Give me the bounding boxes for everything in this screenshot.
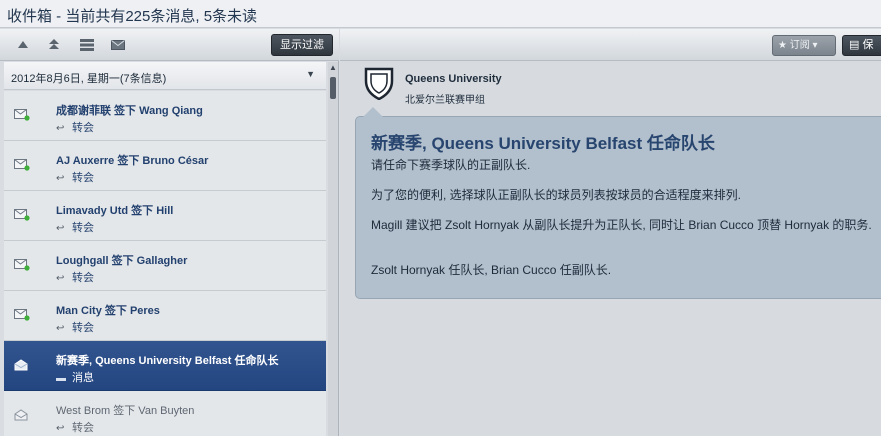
unread-envelope-icon xyxy=(14,209,30,221)
sender-league[interactable]: 北爱尔兰联赛甲组 xyxy=(405,91,485,106)
message-row[interactable]: West Brom 签下 Van Buyten ↩ 转会 xyxy=(4,391,326,436)
speech-bubble-icon: ▬ xyxy=(56,373,66,384)
title-bar: 收件箱 - 当前共有225条消息, 5条未读 xyxy=(0,0,881,28)
inbox-toolbar: 显示过滤 xyxy=(0,29,339,61)
message-title: 新赛季, Queens University Belfast 任命队长 xyxy=(56,355,279,367)
message-row[interactable]: Loughgall 签下 Gallagher ↩ 转会 xyxy=(4,241,326,291)
star-icon: ★ xyxy=(778,40,787,51)
message-title: AJ Auxerre 签下 Bruno César xyxy=(56,155,209,167)
transfer-icon: ↩ xyxy=(56,223,65,234)
inbox-list-pane: 显示过滤 2012年8月6日, 星期一(7条信息) ▼ 成都谢菲联 签下 Wan… xyxy=(0,29,339,436)
message-list-scrollbar[interactable]: ▲ xyxy=(328,62,338,436)
scroll-thumb[interactable] xyxy=(330,77,336,99)
notepad-icon: ▤ xyxy=(849,39,860,51)
message-subtitle: ↩ 转会 xyxy=(56,122,94,134)
scroll-up-arrow-icon[interactable]: ▲ xyxy=(329,63,337,72)
message-title: Loughgall 签下 Gallagher xyxy=(56,255,188,267)
save-button[interactable]: ▤ 保 xyxy=(842,35,881,56)
message-bubble: 新赛季, Queens University Belfast 任命队长 请任命下… xyxy=(355,107,881,299)
transfer-icon: ↩ xyxy=(56,423,65,434)
unread-envelope-icon xyxy=(14,159,30,171)
show-filter-button[interactable]: 显示过滤 xyxy=(271,34,333,56)
message-row-selected[interactable]: 新赛季, Queens University Belfast 任命队长 ▬ 消息 xyxy=(4,341,326,391)
message-detail-pane: ★ 订阅 ▾ ▤ 保 Queens University 北爱尔兰联赛甲组 新赛… xyxy=(340,29,881,436)
open-envelope-icon xyxy=(14,359,28,371)
date-group-header[interactable]: 2012年8月6日, 星期一(7条信息) ▼ xyxy=(4,62,326,90)
transfer-icon: ↩ xyxy=(56,123,65,134)
message-list: 成都谢菲联 签下 Wang Qiang ↩ 转会 AJ Auxerre 签下 Br… xyxy=(4,91,326,436)
up-arrow-icon[interactable] xyxy=(15,37,31,53)
bubble-tail xyxy=(363,107,383,117)
transfer-icon: ↩ xyxy=(56,173,65,184)
transfer-icon: ↩ xyxy=(56,323,65,334)
message-row[interactable]: 成都谢菲联 签下 Wang Qiang ↩ 转会 xyxy=(4,91,326,141)
message-title: West Brom 签下 Van Buyten xyxy=(56,405,195,417)
message-subtitle: ↩ 转会 xyxy=(56,322,94,334)
sender-name[interactable]: Queens University xyxy=(405,73,502,85)
message-paragraph: 请任命下赛季球队的正副队长. xyxy=(371,158,531,172)
unread-envelope-icon xyxy=(14,259,30,271)
club-crest-icon[interactable] xyxy=(364,66,394,100)
message-row[interactable]: Man City 签下 Peres ↩ 转会 xyxy=(4,291,326,341)
chevron-down-icon: ▾ xyxy=(812,40,818,51)
date-group-label: 2012年8月6日, 星期一(7条信息) xyxy=(11,73,167,85)
list-icon[interactable] xyxy=(79,37,95,53)
envelope-icon[interactable] xyxy=(110,37,126,53)
subscribe-button[interactable]: ★ 订阅 ▾ xyxy=(772,35,836,56)
message-subtitle: ↩ 转会 xyxy=(56,272,94,284)
collapse-arrow-icon[interactable]: ▼ xyxy=(306,69,315,79)
message-title: Man City 签下 Peres xyxy=(56,305,160,317)
unread-envelope-icon xyxy=(14,109,30,121)
message-subtitle: ↩ 转会 xyxy=(56,222,94,234)
read-envelope-icon xyxy=(14,409,28,421)
transfer-icon: ↩ xyxy=(56,273,65,284)
message-subtitle: ▬ 消息 xyxy=(56,372,94,384)
message-row[interactable]: Limavady Utd 签下 Hill ↩ 转会 xyxy=(4,191,326,241)
message-row[interactable]: AJ Auxerre 签下 Bruno César ↩ 转会 xyxy=(4,141,326,191)
detail-toolbar: ★ 订阅 ▾ ▤ 保 xyxy=(340,29,881,61)
window-title: 收件箱 - 当前共有225条消息, 5条未读 xyxy=(7,8,258,25)
message-paragraph: Zsolt Hornyak 任队长, Brian Cucco 任副队长. xyxy=(371,263,612,277)
message-subtitle: ↩ 转会 xyxy=(56,172,94,184)
message-heading: 新赛季, Queens University Belfast 任命队长 xyxy=(371,134,715,153)
message-title: 成都谢菲联 签下 Wang Qiang xyxy=(56,105,203,117)
unread-envelope-icon xyxy=(14,309,30,321)
double-up-arrow-icon[interactable] xyxy=(46,37,62,53)
message-title: Limavady Utd 签下 Hill xyxy=(56,205,174,217)
message-subtitle: ↩ 转会 xyxy=(56,422,94,434)
message-paragraph: Magill 建议把 Zsolt Hornyak 从副队长提升为正队长, 同时让… xyxy=(371,218,872,232)
message-paragraph: 为了您的便利, 选择球队正副队长的球员列表按球员的合适程度来排列. xyxy=(371,188,742,202)
